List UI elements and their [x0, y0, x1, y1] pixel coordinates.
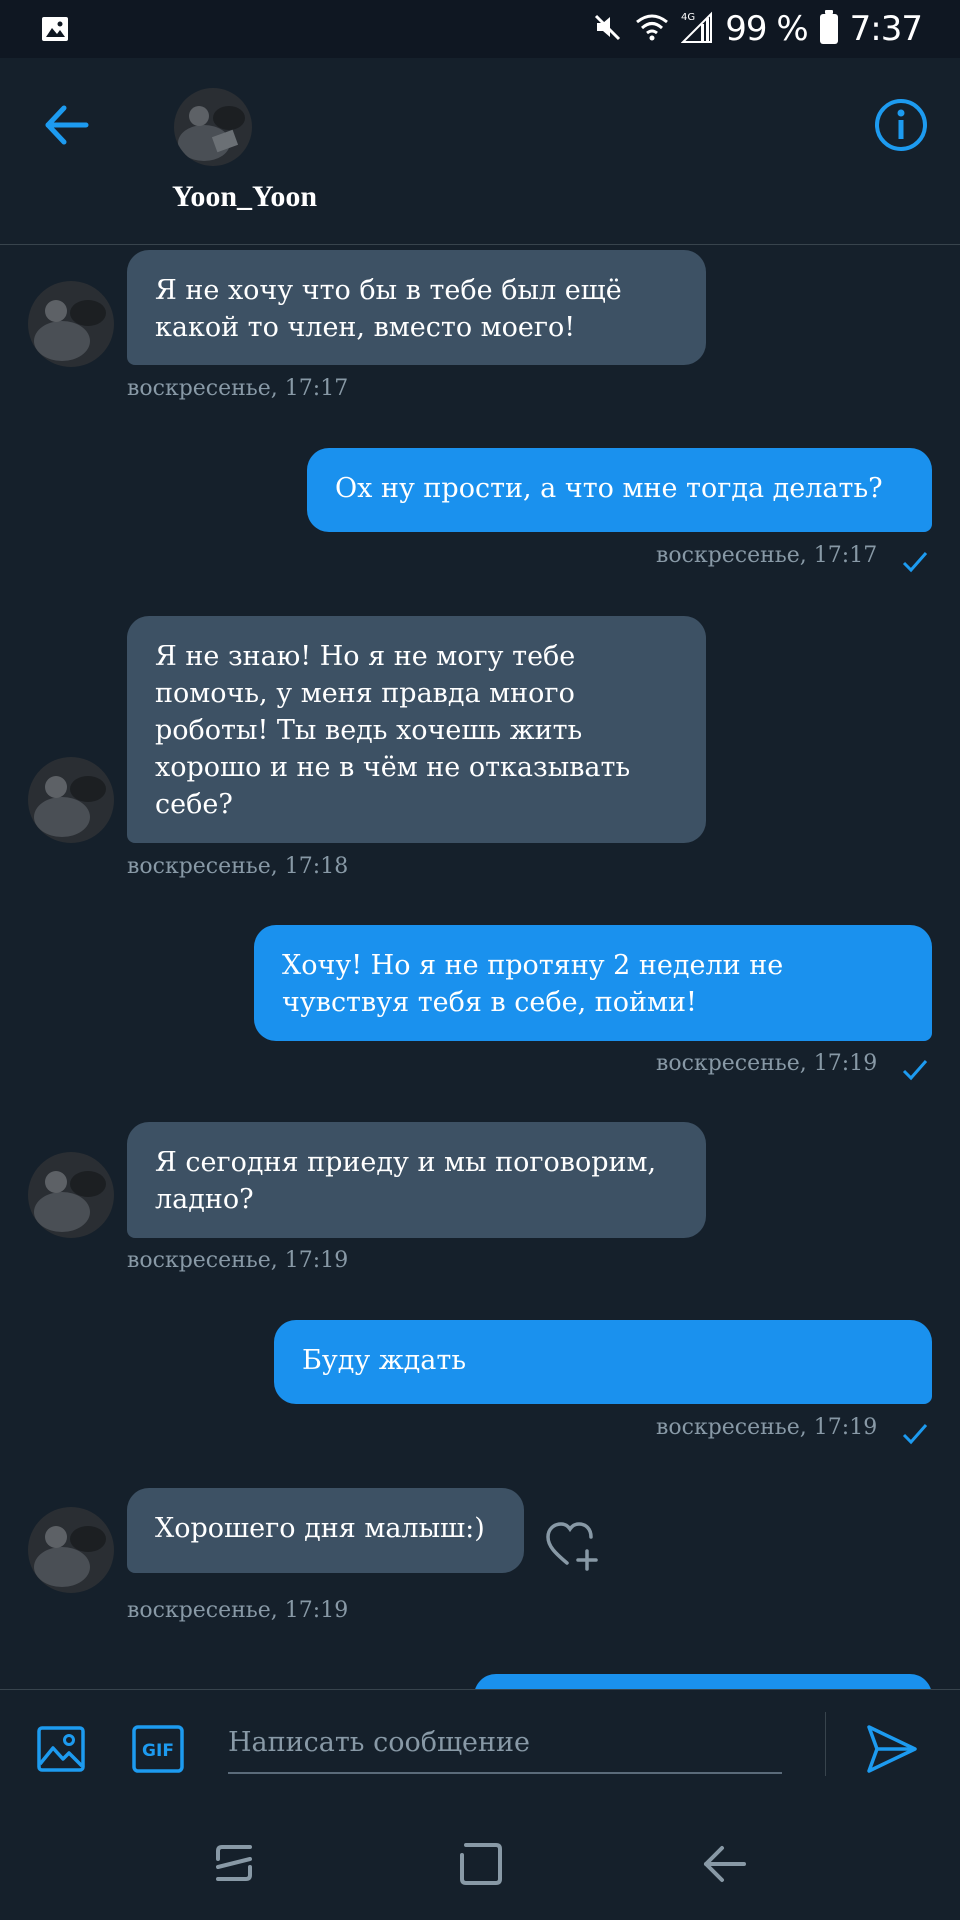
outgoing-message-bubble-partial[interactable]: [474, 1674, 932, 1689]
recent-apps-button[interactable]: [210, 1839, 260, 1889]
clock: 7:37: [849, 9, 923, 49]
send-button[interactable]: [865, 1722, 919, 1776]
gif-label: GIF: [142, 1741, 174, 1761]
back-arrow-icon: [45, 105, 89, 145]
outgoing-message-bubble[interactable]: Буду ждать: [274, 1320, 932, 1404]
battery-percent: 99 %: [725, 9, 808, 49]
gif-button[interactable]: GIF: [131, 1724, 185, 1774]
message-text: Я не хочу что бы в тебе был ещё какой то…: [155, 275, 622, 343]
like-heart-icon[interactable]: [545, 1519, 601, 1571]
delivered-check-icon: [902, 1060, 928, 1081]
contact-name[interactable]: Yoon_Yoon: [172, 180, 317, 214]
incoming-message-bubble[interactable]: Я сегодня приеду и мы поговорим, ладно?: [127, 1122, 706, 1238]
back-nav-icon: [704, 1846, 746, 1882]
home-icon: [460, 1843, 502, 1885]
incoming-message-bubble[interactable]: Хорошего дня малыш:): [127, 1488, 524, 1573]
wifi-icon: [635, 12, 669, 46]
delivered-check-icon: [902, 552, 928, 573]
recent-apps-icon: [216, 1845, 252, 1881]
outgoing-message-bubble[interactable]: Хочу! Но я не протяну 2 недели не чувств…: [254, 925, 932, 1041]
system-navigation-bar: [0, 1803, 960, 1920]
network-type-label: 4G: [681, 12, 695, 23]
incoming-message-bubble[interactable]: Я не хочу что бы в тебе был ещё какой то…: [127, 250, 706, 365]
mute-icon: [593, 12, 623, 46]
info-icon: [875, 99, 927, 151]
back-button[interactable]: [42, 100, 92, 150]
message-timestamp: воскресенье, 17:19: [127, 1248, 349, 1273]
sender-avatar[interactable]: [28, 1507, 114, 1593]
delivered-check-icon: [902, 1424, 928, 1445]
sender-avatar[interactable]: [28, 757, 114, 843]
message-text: Ох ну прости, а что мне тогда делать?: [335, 473, 883, 504]
sender-avatar[interactable]: [28, 1152, 114, 1238]
message-input[interactable]: [228, 1712, 782, 1774]
message-timestamp: воскресенье, 17:19: [656, 1415, 878, 1440]
message-timestamp: воскресенье, 17:18: [127, 854, 349, 879]
message-text: Хочу! Но я не протяну 2 недели не чувств…: [282, 950, 784, 1018]
message-composer: GIF: [0, 1689, 960, 1804]
info-button[interactable]: [874, 98, 928, 152]
image-notification-icon: [40, 14, 70, 48]
message-timestamp: воскресенье, 17:19: [656, 1051, 878, 1076]
attach-image-button[interactable]: [36, 1724, 86, 1774]
composer-divider: [825, 1712, 826, 1776]
message-text: Я не знаю! Но я не могу тебе помочь, у м…: [155, 641, 631, 820]
back-nav-button[interactable]: [700, 1839, 750, 1889]
gif-icon: GIF: [132, 1725, 184, 1773]
message-text: Хорошего дня малыш:): [155, 1513, 485, 1544]
status-bar: 4G 99 % 7:37: [0, 0, 960, 58]
signal-icon: 4G: [680, 10, 713, 48]
message-text: Я сегодня приеду и мы поговорим, ладно?: [155, 1147, 657, 1215]
sender-avatar[interactable]: [28, 281, 114, 367]
incoming-message-bubble[interactable]: Я не знаю! Но я не могу тебе помочь, у м…: [127, 616, 706, 843]
message-list[interactable]: Я не хочу что бы в тебе был ещё какой то…: [0, 245, 960, 1689]
send-icon: [867, 1725, 917, 1773]
home-button[interactable]: [456, 1839, 506, 1889]
message-text: Буду ждать: [302, 1345, 467, 1376]
outgoing-message-bubble[interactable]: Ох ну прости, а что мне тогда делать?: [307, 448, 932, 532]
contact-avatar[interactable]: [174, 88, 252, 166]
conversation-header: Yoon_Yoon: [0, 58, 960, 245]
battery-icon: [819, 10, 838, 44]
message-timestamp: воскресенье, 17:17: [127, 376, 349, 401]
message-timestamp: воскресенье, 17:17: [656, 543, 878, 568]
message-timestamp: воскресенье, 17:19: [127, 1598, 349, 1623]
image-icon: [37, 1726, 85, 1772]
